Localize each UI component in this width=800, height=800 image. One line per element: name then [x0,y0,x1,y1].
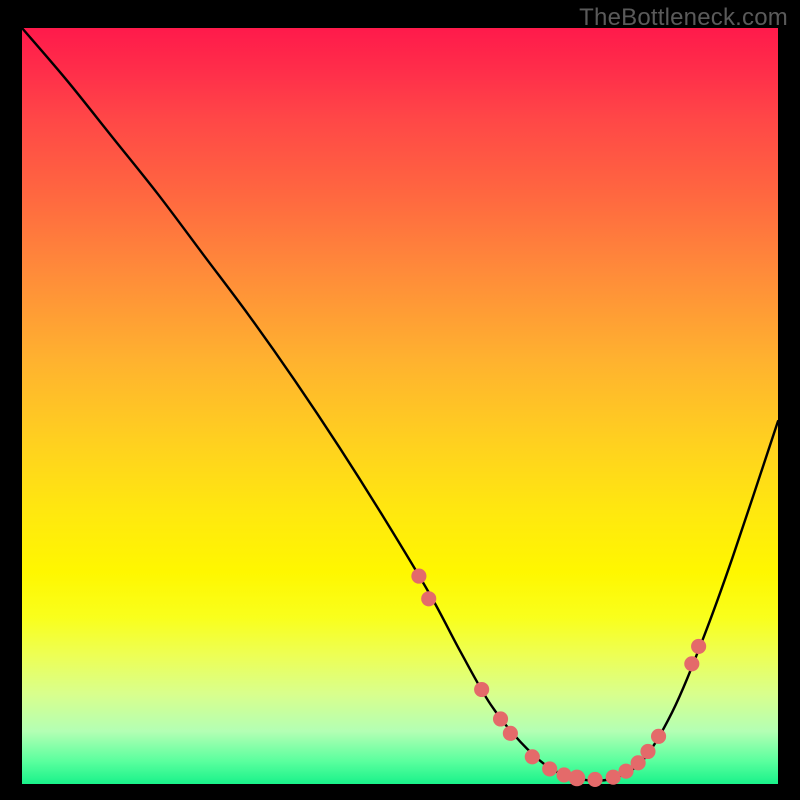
highlight-dot [493,711,508,726]
highlight-dot [569,770,586,787]
highlight-dot [503,726,518,741]
highlight-dot [411,569,426,584]
highlight-dot [640,744,655,759]
highlight-dot [651,729,666,744]
highlight-dot [474,682,489,697]
highlight-dot [587,772,602,787]
highlight-dot [421,591,436,606]
chart-frame: TheBottleneck.com [0,0,800,800]
chart-svg [22,28,778,784]
highlight-dot [691,639,706,654]
highlight-dot [631,755,646,770]
highlight-dot [606,770,621,785]
highlight-dot [525,749,540,764]
highlight-dots [411,569,706,787]
watermark-text: TheBottleneck.com [579,4,788,32]
plot-area [22,28,778,784]
highlight-dot [542,761,557,776]
highlight-dot [684,656,699,671]
bottleneck-curve [22,28,778,781]
